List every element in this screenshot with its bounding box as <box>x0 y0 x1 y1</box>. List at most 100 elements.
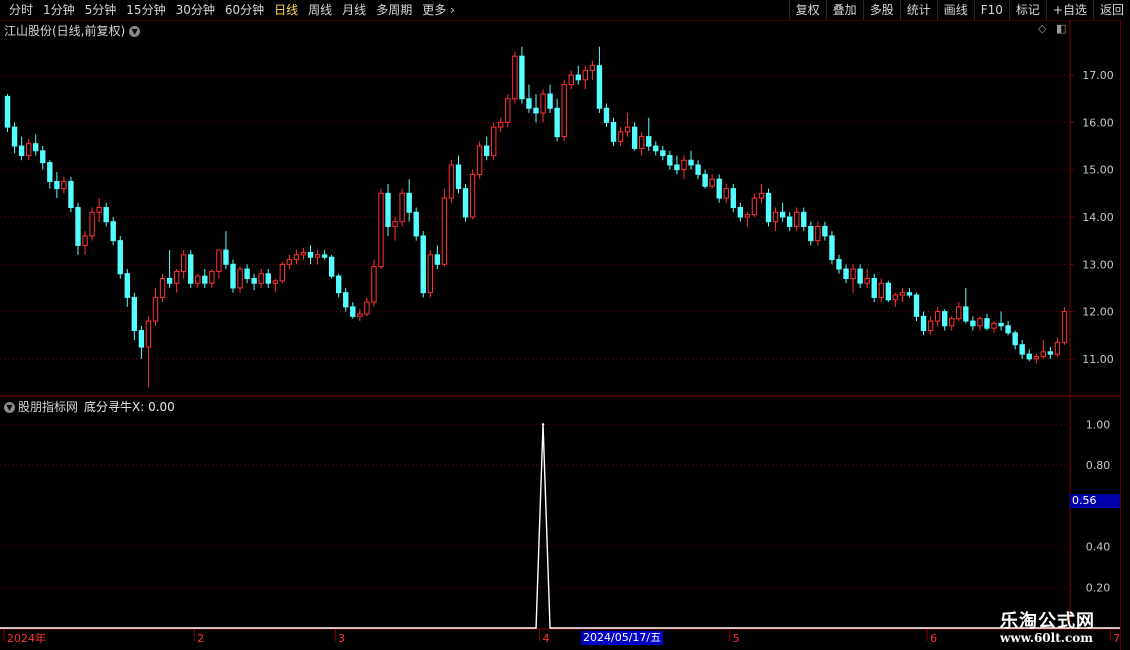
candle <box>364 301 370 315</box>
candle <box>927 320 934 332</box>
candle <box>1040 351 1047 358</box>
candle <box>512 55 518 100</box>
candle <box>554 107 560 138</box>
indicator-tick-label: 0.20 <box>1086 581 1111 594</box>
diamond-icon[interactable]: ◇ <box>1038 22 1046 35</box>
candle <box>730 188 736 209</box>
candle <box>639 136 645 149</box>
candle <box>519 55 525 100</box>
price-chart[interactable]: 11.00 12.00 13.00 14.00 15.00 16.00 17.00 0.20 0… <box>0 0 1130 650</box>
candle <box>103 207 109 223</box>
candle <box>209 270 215 284</box>
candle <box>667 155 673 166</box>
candle <box>258 273 264 284</box>
indicator-tick-label: 0.40 <box>1086 541 1111 554</box>
candle <box>82 235 88 246</box>
indicator-tick-label: 0.80 <box>1086 459 1111 472</box>
candle <box>885 282 892 301</box>
candle <box>96 207 102 213</box>
candle <box>850 268 856 279</box>
candle <box>110 221 116 242</box>
candle <box>547 93 553 109</box>
candle <box>427 254 433 294</box>
candle <box>357 313 363 317</box>
candle <box>801 211 807 227</box>
indicator-title: ▼ 股朋指标网 底分寻牛X: 0.00 <box>4 398 175 415</box>
candle <box>307 251 314 258</box>
candle <box>413 211 419 237</box>
candle <box>54 181 60 190</box>
candle <box>455 164 462 190</box>
candle <box>138 330 145 348</box>
chevron-down-icon[interactable]: ▼ <box>129 26 141 37</box>
candle <box>265 273 271 284</box>
candle <box>300 251 307 256</box>
candle <box>75 207 81 246</box>
candle <box>223 249 229 265</box>
candle <box>1054 341 1061 355</box>
candle <box>272 280 278 284</box>
candle <box>822 225 828 237</box>
candle <box>984 318 990 329</box>
candle <box>1061 311 1068 343</box>
candle <box>279 263 286 282</box>
stock-title: 江山股份(日线,前复权) ▼ <box>4 22 141 39</box>
candle <box>4 95 11 128</box>
candle <box>47 162 53 183</box>
chevron-down-icon[interactable]: ▼ <box>4 402 15 413</box>
candle <box>195 275 201 284</box>
candle <box>610 121 617 142</box>
right-panel-strip[interactable] <box>1120 20 1130 650</box>
candle <box>1019 344 1025 355</box>
candle <box>646 136 652 147</box>
candle <box>145 320 152 348</box>
candle <box>843 268 849 279</box>
candle <box>314 254 321 258</box>
candle <box>674 164 680 171</box>
candle <box>40 150 46 164</box>
candle <box>293 254 300 261</box>
candle <box>180 254 187 272</box>
window-icon[interactable]: ◧ <box>1056 22 1066 35</box>
candle <box>596 65 603 109</box>
candle <box>378 192 384 268</box>
candle <box>589 65 596 71</box>
signal-peak <box>541 423 545 426</box>
candle <box>737 207 744 218</box>
y-tick-label: 12.00 <box>1082 306 1114 319</box>
candle <box>321 254 328 258</box>
candle <box>385 192 391 227</box>
candle <box>1033 356 1039 360</box>
candle <box>920 315 927 332</box>
indicator-label: 底分寻牛X: 0.00 <box>84 400 175 414</box>
candle <box>603 107 610 123</box>
y-tick-label: 13.00 <box>1082 258 1114 271</box>
candle <box>188 254 194 284</box>
candle <box>25 143 32 157</box>
candle <box>483 145 490 157</box>
candle <box>934 311 941 322</box>
indicator-source: 股朋指标网 <box>18 400 79 414</box>
candle <box>230 263 236 289</box>
watermark-logo: 乐淘公式网 www.60lt.com <box>988 607 1118 649</box>
y-tick-label: 14.00 <box>1082 211 1114 224</box>
candle <box>681 159 687 171</box>
candle <box>152 296 159 322</box>
candle <box>568 74 574 86</box>
candle <box>723 188 729 199</box>
stock-title-text: 江山股份(日线,前复权) <box>4 24 126 38</box>
candle <box>977 318 983 327</box>
candle <box>1012 332 1018 346</box>
candle <box>716 178 722 199</box>
candle <box>336 275 342 294</box>
x-tick-label: 4 <box>543 632 550 645</box>
candle <box>33 143 39 152</box>
candle <box>244 268 250 279</box>
candle <box>1005 325 1011 334</box>
candle <box>392 221 398 227</box>
x-tick-label: 2 <box>197 632 204 645</box>
candle <box>131 296 138 332</box>
y-tick-label: 11.00 <box>1082 353 1114 366</box>
candle <box>956 306 962 320</box>
candle <box>399 192 405 223</box>
